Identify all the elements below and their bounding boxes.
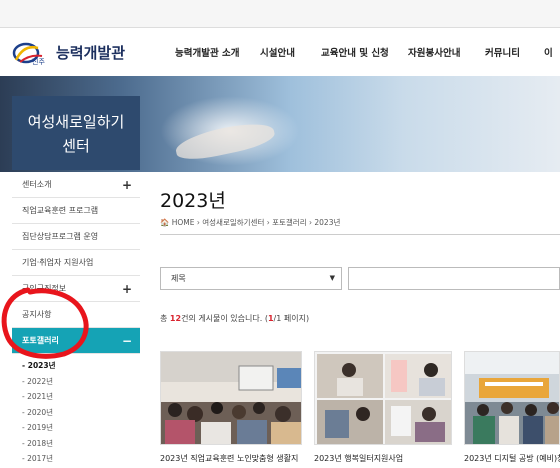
year-item-2018[interactable]: - 2018년 [22,436,140,452]
search-field-select[interactable]: 제목 ▼ [160,267,342,290]
sidebar-item-label: 직업교육훈련 프로그램 [22,206,99,215]
year-item-2023[interactable]: - 2023년 [22,358,140,374]
year-item-2021[interactable]: - 2021년 [22,389,140,405]
gallery-thumbnail-2[interactable] [314,351,452,445]
nav-item-about[interactable]: 능력개발관 소개 [175,45,240,59]
total-count: 12 [169,314,182,323]
sidebar-item-photo-gallery[interactable]: 포토갤러리 − [12,328,140,354]
search-select-value: 제목 [171,274,186,283]
year-item-2019[interactable]: - 2019년 [22,420,140,436]
title-divider [160,234,560,235]
nav-item-facilities[interactable]: 시설안내 [260,45,295,59]
gallery-thumbnail-3[interactable] [464,351,560,445]
sidebar-item-label: 집단상담프로그램 운영 [22,232,99,241]
nav-item-volunteer[interactable]: 자원봉사안내 [408,45,460,59]
nav-item-more[interactable]: 이 [544,45,553,59]
post-count: 총 12건의 게시물이 있습니다. (1/1 페이지) [160,314,310,323]
meeting-photo-icon [465,352,559,444]
collapse-minus-icon[interactable]: − [122,328,132,354]
sidebar-item-job-training[interactable]: 직업교육훈련 프로그램 [12,198,140,224]
nav-item-community[interactable]: 커뮤니티 [485,45,520,59]
browser-toolbar [0,0,560,28]
breadcrumb: 🏠 HOME › 여성새로일하기센터 › 포토갤러리 › 2023년 [160,218,341,227]
city-logo-icon[interactable]: 진주 [12,40,48,66]
sidebar-item-notice[interactable]: 공지사항 [12,302,140,328]
sidebar-item-job-info[interactable]: 구인구직정보 + [12,276,140,302]
expand-plus-icon[interactable]: + [122,172,132,198]
sidebar-menu: 센터소개 + 직업교육훈련 프로그램 집단상담프로그램 운영 기업·취업자 지원… [12,172,140,467]
year-item-2022[interactable]: - 2022년 [22,374,140,390]
search-input[interactable] [348,267,560,290]
gallery-caption-2[interactable]: 2023년 행복일터지원사업 [314,453,403,464]
sidebar-item-label: 기업·취업자 지원사업 [22,258,94,267]
sidebar-item-label: 공지사항 [22,310,52,319]
gallery-caption-3[interactable]: 2023년 디지털 공방 (예비)창 [464,453,560,464]
site-logo-text[interactable]: 능력개발관 [56,42,125,63]
sidebar-item-label: 센터소개 [22,180,52,189]
sidebar-title-line2: 센터 [62,137,90,155]
year-item-2020[interactable]: - 2020년 [22,405,140,421]
gallery-thumbnail-1[interactable] [160,351,302,445]
sidebar-item-center-intro[interactable]: 센터소개 + [12,172,140,198]
sidebar-title-line1: 여성새로일하기 [27,113,125,131]
sidebar-item-group-counseling[interactable]: 집단상담프로그램 운영 [12,224,140,250]
year-item-2017[interactable]: - 2017년 [22,451,140,467]
sidebar-item-employer-support[interactable]: 기업·취업자 지원사업 [12,250,140,276]
sidebar-item-label: 포토갤러리 [22,336,59,345]
gallery-caption-1[interactable]: 2023년 직업교육훈련 노인맞춤형 생활지 [160,453,298,464]
site-header: 진주 능력개발관 능력개발관 소개 시설안내 교육안내 및 신청 자원봉사안내 … [0,28,560,76]
nav-item-education[interactable]: 교육안내 및 신청 [321,45,389,59]
expand-plus-icon[interactable]: + [122,276,132,302]
gallery-year-list: - 2023년 - 2022년 - 2021년 - 2020년 - 2019년 … [12,354,140,467]
page-title: 2023년 [160,190,226,212]
sidebar-title: 여성새로일하기 센터 [12,96,140,170]
logo-subtext: 진주 [32,57,45,66]
classroom-photo-icon [161,352,301,444]
collage-photo-icon [315,352,451,444]
dropdown-arrow-icon: ▼ [329,274,335,282]
sidebar-item-label: 구인구직정보 [22,284,67,293]
